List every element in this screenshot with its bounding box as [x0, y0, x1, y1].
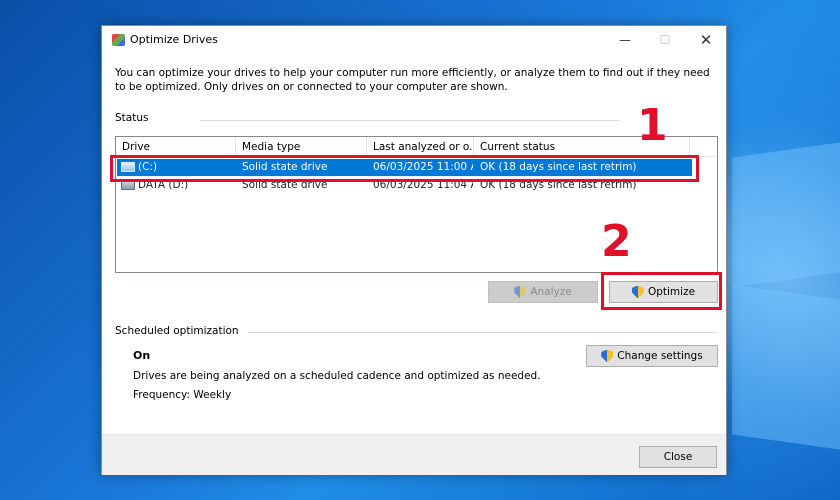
close-button[interactable]: Close — [639, 446, 717, 468]
schedule-state: On — [133, 349, 151, 362]
scheduled-section-label: Scheduled optimization — [115, 325, 239, 337]
drives-list-header: Drive Media type Last analyzed or o... C… — [116, 137, 717, 157]
schedule-frequency: Frequency: Weekly — [133, 389, 232, 401]
windows-logo-pane-top — [732, 142, 840, 288]
annotation-step-1: 1 — [637, 100, 668, 151]
status-divider — [200, 120, 620, 121]
change-settings-button[interactable]: Change settings — [586, 345, 718, 367]
annotation-highlight-optimize — [601, 272, 722, 310]
window-title: Optimize Drives — [130, 33, 218, 46]
change-settings-button-label: Change settings — [617, 350, 703, 362]
close-window-button[interactable]: ✕ — [691, 30, 721, 50]
column-header-media-type[interactable]: Media type — [236, 137, 367, 157]
analyze-button[interactable]: Analyze — [488, 281, 598, 303]
status-section-label: Status — [115, 112, 149, 124]
analyze-button-label: Analyze — [530, 286, 572, 298]
annotation-step-2: 2 — [601, 216, 632, 267]
defrag-app-icon — [112, 34, 125, 46]
schedule-details: Drives are being analyzed on a scheduled… — [133, 370, 541, 382]
optimize-drives-window: Optimize Drives — ☐ ✕ You can optimize y… — [101, 25, 727, 475]
maximize-button[interactable]: ☐ — [650, 30, 680, 50]
window-description: You can optimize your drives to help you… — [115, 67, 710, 93]
scheduled-divider — [248, 332, 718, 333]
dialog-footer: Close — [102, 434, 726, 475]
uac-shield-icon — [601, 349, 614, 363]
column-header-last-analyzed[interactable]: Last analyzed or o... — [367, 137, 474, 157]
uac-shield-icon — [514, 285, 527, 299]
annotation-highlight-drive-row — [110, 155, 699, 182]
windows-logo-pane-bottom — [732, 284, 840, 450]
column-header-drive[interactable]: Drive — [116, 137, 236, 157]
minimize-button[interactable]: — — [610, 30, 640, 50]
title-bar[interactable]: Optimize Drives — ☐ ✕ — [102, 26, 726, 54]
